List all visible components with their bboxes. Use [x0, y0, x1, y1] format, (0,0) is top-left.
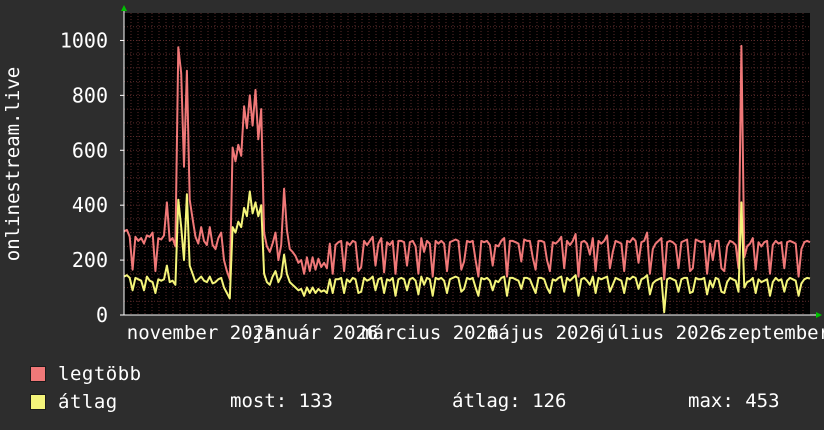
legend-max: legtöbb	[30, 362, 142, 386]
y-tick-label: 0	[96, 303, 108, 327]
y-tick-label: 600	[72, 138, 108, 162]
y-axis-arrow	[121, 5, 127, 11]
legend-swatch-max	[30, 366, 46, 382]
legend-swatch-avg	[30, 394, 46, 410]
stat-average: átlag: 126	[452, 390, 567, 412]
x-tick-label: szeptember	[716, 322, 824, 344]
y-axis-title: onlinestream.live	[2, 67, 24, 261]
y-tick-label: 200	[72, 248, 108, 272]
y-tick-label: 800	[72, 83, 108, 107]
x-axis-arrow	[816, 312, 822, 318]
x-tick-label: január 2026	[253, 322, 379, 344]
y-tick-label: 1000	[60, 28, 108, 52]
chart-stage: 0 200 400 600 800 1000 november 2025 január 202…	[0, 0, 824, 430]
x-tick-label: március 2026	[361, 322, 498, 344]
x-tick-label: május 2026	[487, 322, 601, 344]
legend-label-max: legtöbb	[58, 363, 142, 385]
legend-avg: átlag	[30, 390, 118, 414]
y-tick-label: 400	[72, 193, 108, 217]
x-tick-label: július 2026	[596, 322, 722, 344]
legend-label-avg: átlag	[58, 391, 118, 413]
stat-now: most: 133	[230, 390, 333, 412]
stat-max: max: 453	[688, 390, 780, 412]
